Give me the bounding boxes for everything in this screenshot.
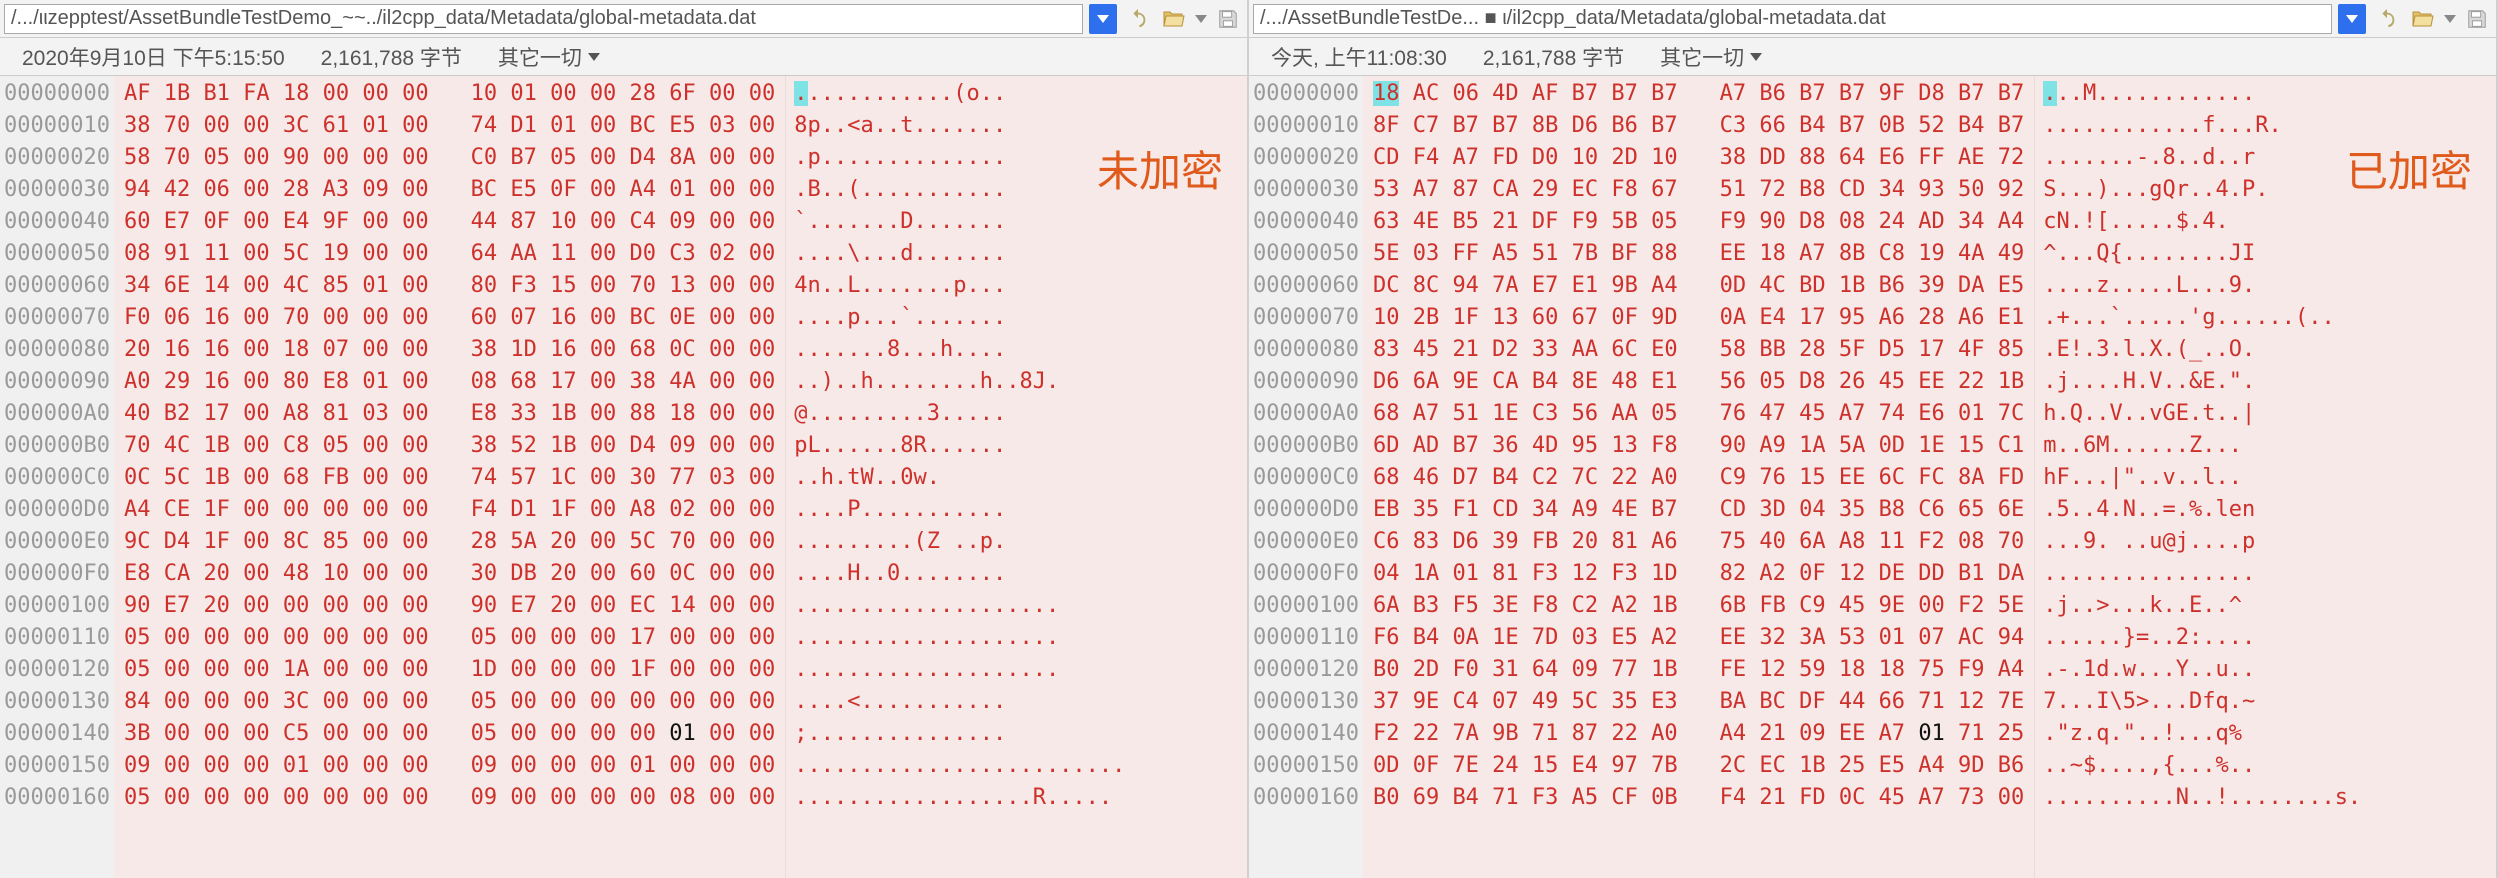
right-hex-area[interactable]: 0000000000000010000000200000003000000040… (1249, 76, 2496, 878)
left-hex-area[interactable]: 0000000000000010000000200000003000000040… (0, 76, 1247, 878)
right-toolbar (1249, 0, 2496, 38)
left-other-label: 其它一切 (498, 42, 582, 72)
left-hex-col-a[interactable]: AF 1B B1 FA 18 00 00 0038 70 00 00 3C 61… (114, 76, 439, 878)
left-other-combo[interactable]: 其它一切 (480, 42, 618, 72)
right-offsets: 0000000000000010000000200000003000000040… (1249, 76, 1363, 878)
folder-open-icon[interactable] (2408, 4, 2438, 34)
folder-dropdown-icon[interactable] (2444, 15, 2456, 23)
right-hex-col-a[interactable]: 18 AC 06 4D AF B7 B7 B78F C7 B7 B7 8B D6… (1363, 76, 1688, 878)
folder-open-icon[interactable] (1159, 4, 1189, 34)
left-toolbar (0, 0, 1247, 38)
right-size: 2,161,788 字节 (1465, 42, 1642, 72)
undo-icon[interactable] (2372, 4, 2402, 34)
left-offsets: 0000000000000010000000200000003000000040… (0, 76, 114, 878)
right-statusbar: 今天, 上午11:08:30 2,161,788 字节 其它一切 (1249, 38, 2496, 76)
right-other-combo[interactable]: 其它一切 (1642, 42, 1780, 72)
right-date: 今天, 上午11:08:30 (1253, 42, 1465, 72)
left-date: 2020年9月10日 下午5:15:50 (4, 42, 303, 72)
left-path-input[interactable] (4, 4, 1083, 34)
folder-dropdown-icon[interactable] (1195, 15, 1207, 23)
left-path-dropdown[interactable] (1089, 4, 1117, 34)
undo-icon[interactable] (1123, 4, 1153, 34)
right-path-dropdown[interactable] (2338, 4, 2366, 34)
right-other-label: 其它一切 (1660, 42, 1744, 72)
save-icon[interactable] (1213, 4, 1243, 34)
right-path-input[interactable] (1253, 4, 2332, 34)
left-hex-col-b[interactable]: 10 01 00 00 28 6F 00 0074 D1 01 00 BC E5… (461, 76, 786, 878)
left-panel: 2020年9月10日 下午5:15:50 2,161,788 字节 其它一切 0… (0, 0, 1249, 878)
save-icon[interactable] (2462, 4, 2492, 34)
left-size: 2,161,788 字节 (303, 42, 480, 72)
left-statusbar: 2020年9月10日 下午5:15:50 2,161,788 字节 其它一切 (0, 38, 1247, 76)
right-hex-col-b[interactable]: A7 B6 B7 B7 9F D8 B7 B7C3 66 B4 B7 0B 52… (1710, 76, 2035, 878)
left-ascii-col[interactable]: ............(o..8p..<a..t........p......… (785, 76, 1133, 878)
right-ascii-col[interactable]: ...M........................f...R.......… (2034, 76, 2369, 878)
right-panel: 今天, 上午11:08:30 2,161,788 字节 其它一切 0000000… (1249, 0, 2498, 878)
